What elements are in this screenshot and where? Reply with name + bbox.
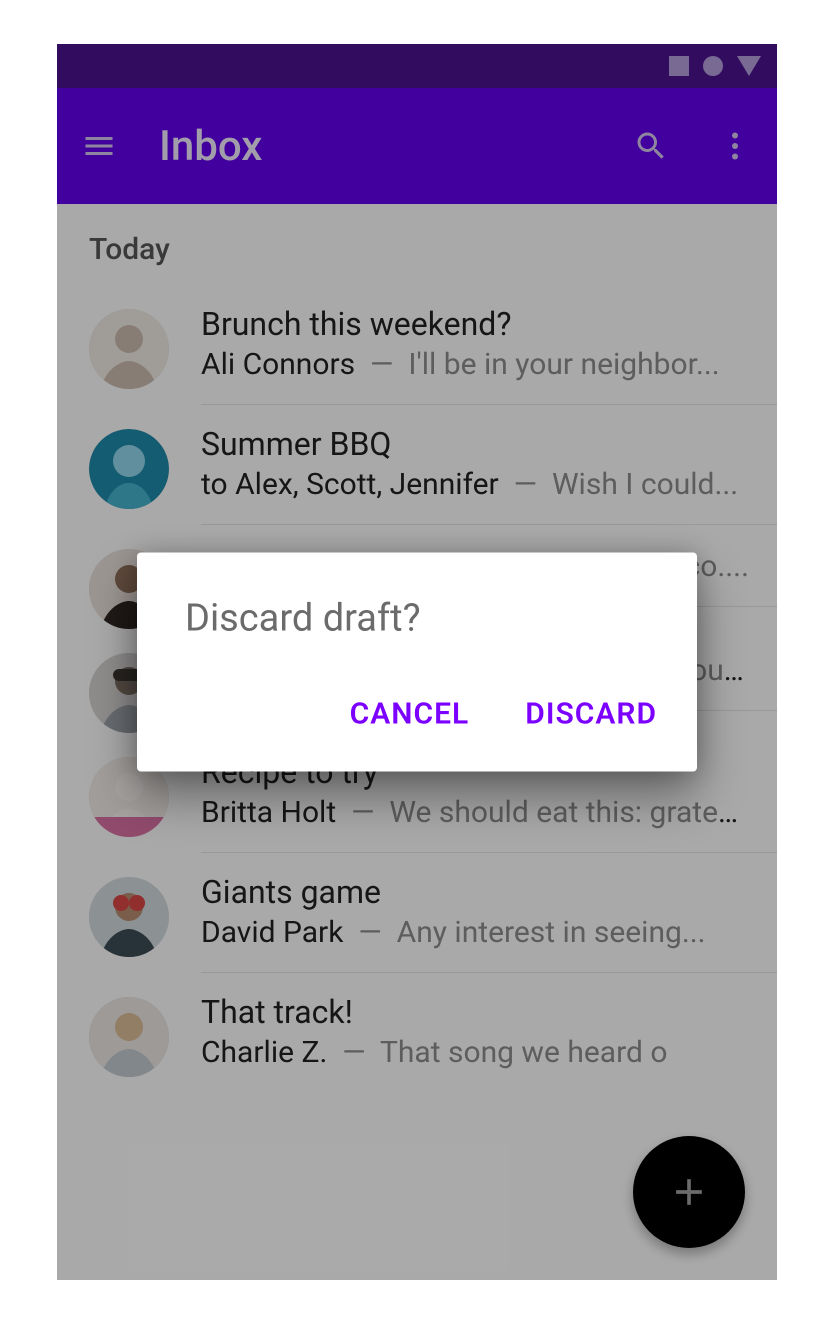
dialog-actions: Cancel Discard	[137, 685, 697, 772]
confirm-dialog: Discard draft? Cancel Discard	[137, 553, 697, 772]
cancel-button[interactable]: Cancel	[342, 685, 478, 744]
dialog-message: Discard draft?	[137, 553, 697, 685]
discard-button[interactable]: Discard	[517, 685, 665, 744]
device-frame: Inbox Today Brunch this weekend? A	[57, 44, 777, 1280]
